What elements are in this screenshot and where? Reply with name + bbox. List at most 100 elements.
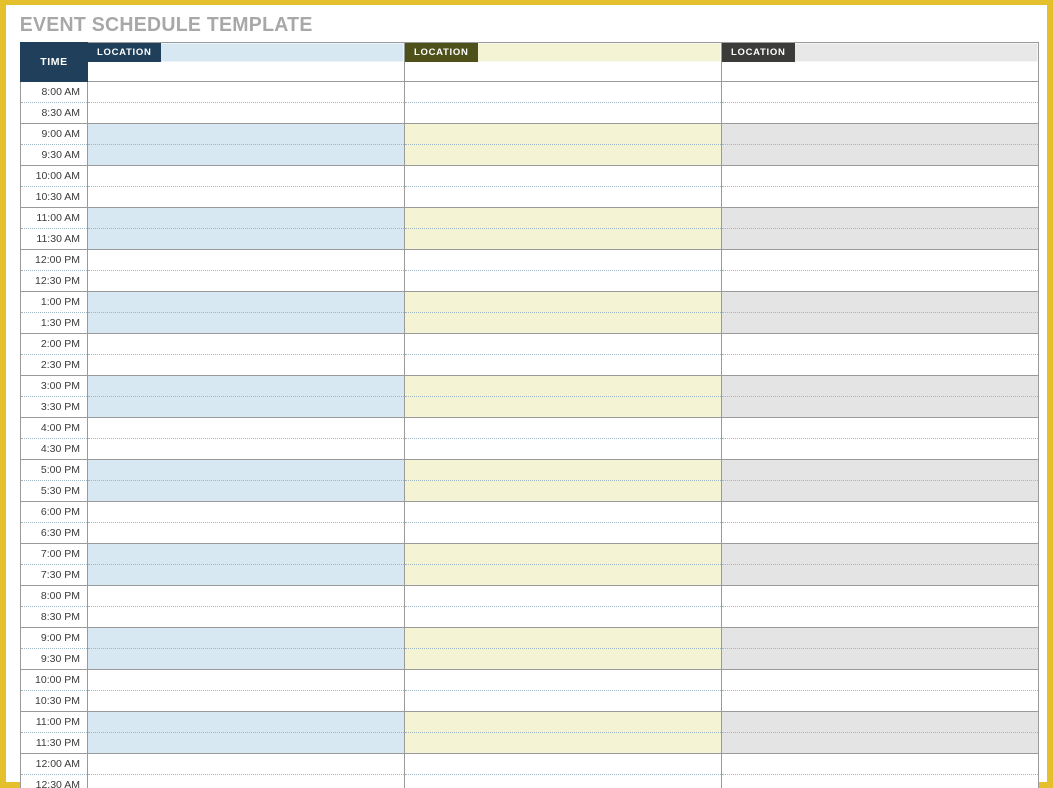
activity-cell-1[interactable] [87,333,405,355]
activity-cell-1[interactable] [87,186,405,208]
activity-cell-3[interactable] [721,312,1039,334]
activity-cell-1[interactable] [87,102,405,124]
activity-cell-1[interactable] [87,396,405,418]
activity-cell-3[interactable] [721,123,1039,145]
activity-cell-1[interactable] [87,648,405,670]
activity-cell-2[interactable] [404,438,722,460]
activity-cell-1[interactable] [87,585,405,607]
activity-cell-2[interactable] [404,102,722,124]
activity-cell-3[interactable] [721,270,1039,292]
activity-cell-1[interactable] [87,270,405,292]
activity-cell-2[interactable] [404,501,722,523]
location-input-2[interactable] [477,43,721,62]
activity-cell-3[interactable] [721,690,1039,712]
activity-cell-2[interactable] [404,144,722,166]
activity-cell-3[interactable] [721,669,1039,691]
activity-cell-3[interactable] [721,249,1039,271]
activity-cell-1[interactable] [87,753,405,775]
activity-cell-1[interactable] [87,606,405,628]
activity-cell-3[interactable] [721,459,1039,481]
activity-cell-2[interactable] [404,417,722,439]
activity-cell-3[interactable] [721,606,1039,628]
activity-cell-2[interactable] [404,690,722,712]
activity-cell-3[interactable] [721,144,1039,166]
activity-cell-1[interactable] [87,459,405,481]
activity-cell-1[interactable] [87,732,405,754]
activity-cell-1[interactable] [87,417,405,439]
activity-cell-3[interactable] [721,501,1039,523]
activity-cell-1[interactable] [87,627,405,649]
activity-cell-1[interactable] [87,522,405,544]
activity-cell-1[interactable] [87,690,405,712]
location-input-3[interactable] [794,43,1038,62]
activity-cell-1[interactable] [87,669,405,691]
activity-cell-3[interactable] [721,648,1039,670]
activity-cell-3[interactable] [721,81,1039,103]
activity-cell-3[interactable] [721,186,1039,208]
activity-cell-3[interactable] [721,375,1039,397]
activity-cell-2[interactable] [404,627,722,649]
activity-cell-3[interactable] [721,711,1039,733]
activity-cell-1[interactable] [87,375,405,397]
activity-cell-1[interactable] [87,123,405,145]
activity-cell-2[interactable] [404,354,722,376]
activity-cell-3[interactable] [721,165,1039,187]
activity-cell-3[interactable] [721,522,1039,544]
activity-cell-3[interactable] [721,480,1039,502]
activity-cell-2[interactable] [404,459,722,481]
activity-cell-3[interactable] [721,396,1039,418]
activity-cell-1[interactable] [87,144,405,166]
activity-cell-2[interactable] [404,585,722,607]
activity-cell-2[interactable] [404,606,722,628]
activity-cell-2[interactable] [404,522,722,544]
activity-cell-3[interactable] [721,333,1039,355]
activity-cell-2[interactable] [404,165,722,187]
activity-cell-3[interactable] [721,564,1039,586]
activity-cell-3[interactable] [721,732,1039,754]
activity-cell-3[interactable] [721,585,1039,607]
activity-cell-3[interactable] [721,417,1039,439]
activity-cell-1[interactable] [87,774,405,788]
activity-cell-2[interactable] [404,774,722,788]
activity-cell-2[interactable] [404,228,722,250]
activity-cell-2[interactable] [404,711,722,733]
activity-cell-2[interactable] [404,669,722,691]
activity-cell-3[interactable] [721,627,1039,649]
activity-cell-1[interactable] [87,165,405,187]
activity-cell-3[interactable] [721,102,1039,124]
activity-cell-3[interactable] [721,354,1039,376]
activity-cell-1[interactable] [87,312,405,334]
activity-cell-1[interactable] [87,249,405,271]
activity-cell-1[interactable] [87,291,405,313]
activity-cell-1[interactable] [87,207,405,229]
activity-cell-2[interactable] [404,123,722,145]
activity-cell-1[interactable] [87,543,405,565]
activity-cell-3[interactable] [721,753,1039,775]
activity-cell-2[interactable] [404,186,722,208]
activity-cell-2[interactable] [404,207,722,229]
activity-cell-2[interactable] [404,732,722,754]
activity-cell-3[interactable] [721,543,1039,565]
activity-cell-1[interactable] [87,81,405,103]
activity-cell-2[interactable] [404,291,722,313]
activity-cell-1[interactable] [87,354,405,376]
activity-cell-1[interactable] [87,228,405,250]
activity-cell-3[interactable] [721,291,1039,313]
activity-cell-2[interactable] [404,543,722,565]
activity-cell-1[interactable] [87,501,405,523]
activity-cell-1[interactable] [87,480,405,502]
activity-cell-3[interactable] [721,438,1039,460]
activity-cell-2[interactable] [404,270,722,292]
location-input-1[interactable] [160,43,404,62]
activity-cell-1[interactable] [87,564,405,586]
activity-cell-3[interactable] [721,774,1039,788]
activity-cell-2[interactable] [404,648,722,670]
activity-cell-2[interactable] [404,333,722,355]
activity-cell-1[interactable] [87,438,405,460]
activity-cell-2[interactable] [404,249,722,271]
activity-cell-3[interactable] [721,228,1039,250]
activity-cell-3[interactable] [721,207,1039,229]
activity-cell-1[interactable] [87,711,405,733]
activity-cell-2[interactable] [404,480,722,502]
activity-cell-2[interactable] [404,753,722,775]
